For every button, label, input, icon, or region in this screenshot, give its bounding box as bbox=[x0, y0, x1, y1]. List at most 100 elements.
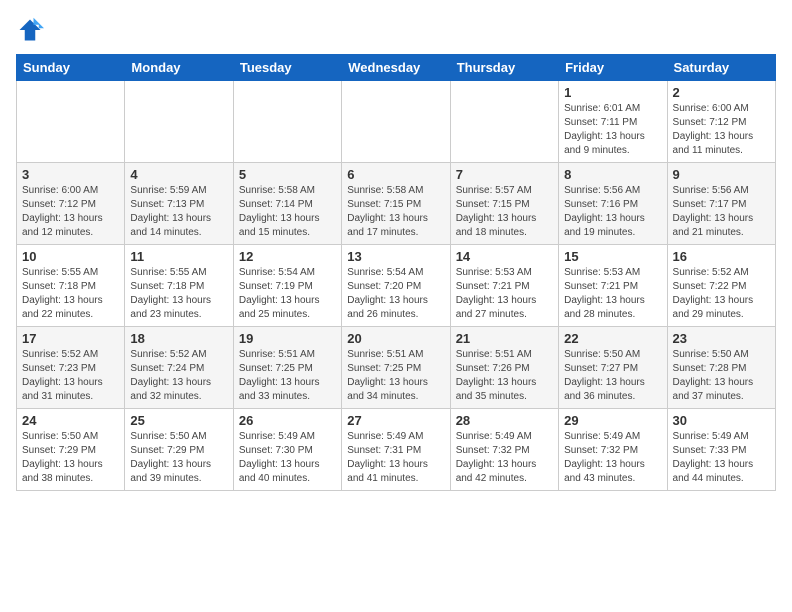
day-number: 20 bbox=[347, 331, 444, 346]
page: SundayMondayTuesdayWednesdayThursdayFrid… bbox=[0, 0, 792, 499]
calendar-cell: 17 Sunrise: 5:52 AM Sunset: 7:23 PM Dayli… bbox=[17, 327, 125, 409]
day-number: 26 bbox=[239, 413, 336, 428]
calendar-cell: 2Sunrise: 6:00 AM Sunset: 7:12 PM Daylig… bbox=[667, 81, 775, 163]
day-number: 17 bbox=[22, 331, 119, 346]
day-info: Sunrise: 5:51 AM Sunset: 7:25 PM Dayligh… bbox=[239, 348, 336, 404]
day-info: Sunrise: 5:49 AM Sunset: 7:33 PM Dayligh… bbox=[673, 430, 770, 486]
calendar-cell bbox=[125, 81, 233, 163]
calendar-cell: 1Sunrise: 6:01 AM Sunset: 7:11 PM Daylig… bbox=[559, 81, 667, 163]
day-number: 14 bbox=[456, 249, 553, 264]
calendar-cell: 20 Sunrise: 5:51 AM Sunset: 7:25 PM Dayli… bbox=[342, 327, 450, 409]
day-info: Sunrise: 5:56 AM Sunset: 7:16 PM Dayligh… bbox=[564, 184, 661, 240]
day-info: Sunrise: 5:55 AM Sunset: 7:18 PM Dayligh… bbox=[130, 266, 227, 322]
day-number: 8 bbox=[564, 167, 661, 182]
weekday-header-wednesday: Wednesday bbox=[342, 55, 450, 81]
day-info: Sunrise: 5:49 AM Sunset: 7:30 PM Dayligh… bbox=[239, 430, 336, 486]
day-number: 7 bbox=[456, 167, 553, 182]
week-row-3: 10 Sunrise: 5:55 AM Sunset: 7:18 PM Dayli… bbox=[17, 245, 776, 327]
day-number: 10 bbox=[22, 249, 119, 264]
weekday-header-tuesday: Tuesday bbox=[233, 55, 341, 81]
calendar-cell: 14Sunrise: 5:53 AM Sunset: 7:21 PM Dayli… bbox=[450, 245, 558, 327]
calendar-cell: 28 Sunrise: 5:49 AM Sunset: 7:32 PM Dayli… bbox=[450, 409, 558, 491]
logo-icon bbox=[16, 16, 44, 44]
day-number: 23 bbox=[673, 331, 770, 346]
day-number: 24 bbox=[22, 413, 119, 428]
day-info: Sunrise: 5:49 AM Sunset: 7:32 PM Dayligh… bbox=[564, 430, 661, 486]
calendar-cell: 27 Sunrise: 5:49 AM Sunset: 7:31 PM Dayli… bbox=[342, 409, 450, 491]
calendar-cell: 19 Sunrise: 5:51 AM Sunset: 7:25 PM Dayli… bbox=[233, 327, 341, 409]
calendar-cell: 5 Sunrise: 5:58 AM Sunset: 7:14 PM Daylig… bbox=[233, 163, 341, 245]
day-number: 30 bbox=[673, 413, 770, 428]
day-info: Sunrise: 5:49 AM Sunset: 7:31 PM Dayligh… bbox=[347, 430, 444, 486]
day-number: 16 bbox=[673, 249, 770, 264]
day-info: Sunrise: 6:00 AM Sunset: 7:12 PM Dayligh… bbox=[22, 184, 119, 240]
calendar-cell: 23 Sunrise: 5:50 AM Sunset: 7:28 PM Dayli… bbox=[667, 327, 775, 409]
day-number: 9 bbox=[673, 167, 770, 182]
day-info: Sunrise: 5:49 AM Sunset: 7:32 PM Dayligh… bbox=[456, 430, 553, 486]
calendar-cell bbox=[17, 81, 125, 163]
day-number: 27 bbox=[347, 413, 444, 428]
day-number: 25 bbox=[130, 413, 227, 428]
day-info: Sunrise: 5:53 AM Sunset: 7:21 PM Dayligh… bbox=[564, 266, 661, 322]
calendar-cell: 8 Sunrise: 5:56 AM Sunset: 7:16 PM Daylig… bbox=[559, 163, 667, 245]
calendar-cell: 6Sunrise: 5:58 AM Sunset: 7:15 PM Daylig… bbox=[342, 163, 450, 245]
weekday-header-row: SundayMondayTuesdayWednesdayThursdayFrid… bbox=[17, 55, 776, 81]
calendar-cell bbox=[233, 81, 341, 163]
day-info: Sunrise: 5:58 AM Sunset: 7:14 PM Dayligh… bbox=[239, 184, 336, 240]
day-number: 22 bbox=[564, 331, 661, 346]
day-info: Sunrise: 5:58 AM Sunset: 7:15 PM Dayligh… bbox=[347, 184, 444, 240]
calendar-cell: 10 Sunrise: 5:55 AM Sunset: 7:18 PM Dayli… bbox=[17, 245, 125, 327]
calendar: SundayMondayTuesdayWednesdayThursdayFrid… bbox=[16, 54, 776, 491]
weekday-header-thursday: Thursday bbox=[450, 55, 558, 81]
day-info: Sunrise: 5:52 AM Sunset: 7:23 PM Dayligh… bbox=[22, 348, 119, 404]
calendar-cell: 13 Sunrise: 5:54 AM Sunset: 7:20 PM Dayli… bbox=[342, 245, 450, 327]
day-number: 19 bbox=[239, 331, 336, 346]
day-number: 15 bbox=[564, 249, 661, 264]
day-number: 18 bbox=[130, 331, 227, 346]
week-row-5: 24 Sunrise: 5:50 AM Sunset: 7:29 PM Dayli… bbox=[17, 409, 776, 491]
calendar-cell: 29 Sunrise: 5:49 AM Sunset: 7:32 PM Dayli… bbox=[559, 409, 667, 491]
day-info: Sunrise: 5:50 AM Sunset: 7:29 PM Dayligh… bbox=[22, 430, 119, 486]
day-info: Sunrise: 5:54 AM Sunset: 7:20 PM Dayligh… bbox=[347, 266, 444, 322]
calendar-cell: 26 Sunrise: 5:49 AM Sunset: 7:30 PM Dayli… bbox=[233, 409, 341, 491]
day-number: 5 bbox=[239, 167, 336, 182]
day-info: Sunrise: 5:51 AM Sunset: 7:25 PM Dayligh… bbox=[347, 348, 444, 404]
calendar-cell bbox=[450, 81, 558, 163]
day-number: 12 bbox=[239, 249, 336, 264]
calendar-cell: 24 Sunrise: 5:50 AM Sunset: 7:29 PM Dayli… bbox=[17, 409, 125, 491]
calendar-cell: 21 Sunrise: 5:51 AM Sunset: 7:26 PM Dayli… bbox=[450, 327, 558, 409]
logo bbox=[16, 16, 48, 44]
day-info: Sunrise: 5:57 AM Sunset: 7:15 PM Dayligh… bbox=[456, 184, 553, 240]
calendar-cell: 15 Sunrise: 5:53 AM Sunset: 7:21 PM Dayli… bbox=[559, 245, 667, 327]
day-info: Sunrise: 5:51 AM Sunset: 7:26 PM Dayligh… bbox=[456, 348, 553, 404]
day-number: 11 bbox=[130, 249, 227, 264]
day-number: 28 bbox=[456, 413, 553, 428]
weekday-header-saturday: Saturday bbox=[667, 55, 775, 81]
day-info: Sunrise: 5:50 AM Sunset: 7:29 PM Dayligh… bbox=[130, 430, 227, 486]
calendar-cell: 12 Sunrise: 5:54 AM Sunset: 7:19 PM Dayli… bbox=[233, 245, 341, 327]
calendar-cell: 3 Sunrise: 6:00 AM Sunset: 7:12 PM Daylig… bbox=[17, 163, 125, 245]
day-number: 13 bbox=[347, 249, 444, 264]
day-info: Sunrise: 5:52 AM Sunset: 7:22 PM Dayligh… bbox=[673, 266, 770, 322]
calendar-cell: 16 Sunrise: 5:52 AM Sunset: 7:22 PM Dayli… bbox=[667, 245, 775, 327]
day-info: Sunrise: 6:01 AM Sunset: 7:11 PM Dayligh… bbox=[564, 102, 661, 158]
calendar-cell: 30 Sunrise: 5:49 AM Sunset: 7:33 PM Dayli… bbox=[667, 409, 775, 491]
calendar-cell: 4Sunrise: 5:59 AM Sunset: 7:13 PM Daylig… bbox=[125, 163, 233, 245]
calendar-cell: 7 Sunrise: 5:57 AM Sunset: 7:15 PM Daylig… bbox=[450, 163, 558, 245]
week-row-1: 1Sunrise: 6:01 AM Sunset: 7:11 PM Daylig… bbox=[17, 81, 776, 163]
day-number: 21 bbox=[456, 331, 553, 346]
day-info: Sunrise: 5:55 AM Sunset: 7:18 PM Dayligh… bbox=[22, 266, 119, 322]
week-row-4: 17 Sunrise: 5:52 AM Sunset: 7:23 PM Dayli… bbox=[17, 327, 776, 409]
day-info: Sunrise: 5:59 AM Sunset: 7:13 PM Dayligh… bbox=[130, 184, 227, 240]
weekday-header-monday: Monday bbox=[125, 55, 233, 81]
calendar-cell: 25 Sunrise: 5:50 AM Sunset: 7:29 PM Dayli… bbox=[125, 409, 233, 491]
calendar-cell bbox=[342, 81, 450, 163]
day-info: Sunrise: 5:50 AM Sunset: 7:28 PM Dayligh… bbox=[673, 348, 770, 404]
day-number: 29 bbox=[564, 413, 661, 428]
day-info: Sunrise: 5:54 AM Sunset: 7:19 PM Dayligh… bbox=[239, 266, 336, 322]
calendar-cell: 9Sunrise: 5:56 AM Sunset: 7:17 PM Daylig… bbox=[667, 163, 775, 245]
day-info: Sunrise: 5:52 AM Sunset: 7:24 PM Dayligh… bbox=[130, 348, 227, 404]
day-number: 3 bbox=[22, 167, 119, 182]
header bbox=[16, 16, 776, 44]
weekday-header-sunday: Sunday bbox=[17, 55, 125, 81]
